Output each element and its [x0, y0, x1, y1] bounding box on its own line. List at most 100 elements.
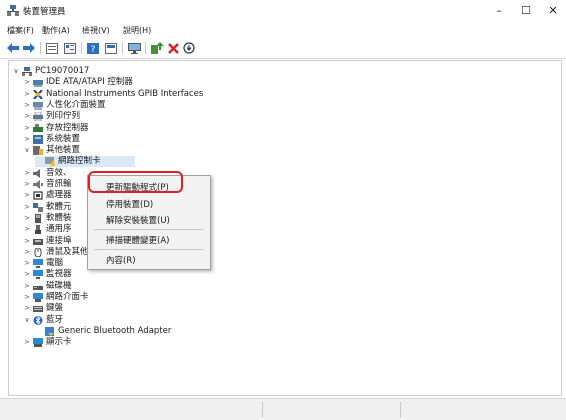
tree-item-label: 顯示卡 — [46, 337, 72, 348]
bluetooth-adapter-icon — [45, 326, 54, 336]
tree-item-label: 人性化介面裝置 — [46, 99, 106, 110]
menu-item-scan-hardware[interactable]: 掃描硬體變更(A) — [106, 234, 169, 246]
device-manager-icon — [7, 5, 19, 16]
chevron-right-icon[interactable]: > — [23, 168, 31, 179]
tree-item-label: 鍵盤 — [46, 303, 64, 314]
audio-io-icon — [33, 180, 43, 189]
chevron-right-icon[interactable]: > — [23, 77, 31, 88]
toolbar-separator — [122, 42, 123, 54]
chevron-right-icon[interactable]: > — [23, 123, 31, 134]
chevron-right-icon[interactable]: > — [23, 337, 31, 348]
chevron-right-icon[interactable]: > — [23, 303, 31, 314]
menu-separator — [94, 249, 204, 250]
chevron-down-icon[interactable]: ∨ — [23, 315, 31, 326]
highlight-box — [88, 171, 183, 193]
usb-icon — [35, 225, 41, 235]
mouse-icon — [34, 247, 42, 257]
menu-item-uninstall-device[interactable]: 解除安裝裝置(U) — [106, 214, 170, 226]
forward-icon[interactable] — [22, 41, 36, 55]
chevron-right-icon[interactable]: > — [23, 202, 31, 213]
menu-action[interactable]: 動作(A) — [42, 25, 70, 36]
maximize-button[interactable]: ☐ — [514, 3, 538, 19]
tree-item-label: 監視器 — [46, 269, 72, 280]
back-icon[interactable] — [6, 41, 20, 55]
tree-item-selected[interactable]: 網路控制卡 — [35, 156, 135, 168]
computer-icon — [22, 67, 32, 76]
tree-item-label: 藍牙 — [46, 314, 64, 325]
tree-item-label: 電腦 — [46, 258, 64, 269]
printer-icon — [33, 112, 43, 122]
chevron-right-icon[interactable]: > — [23, 190, 31, 201]
chevron-right-icon[interactable]: > — [23, 258, 31, 269]
tree-item-label: 列印佇列 — [46, 111, 81, 122]
disable-icon[interactable] — [182, 41, 196, 55]
status-bar — [0, 398, 566, 420]
chevron-right-icon[interactable]: > — [23, 281, 31, 292]
tree-item-label: National Instruments GPIB Interfaces — [46, 88, 204, 99]
display-adapter-icon — [33, 338, 43, 348]
menu-view[interactable]: 檢視(V) — [82, 25, 110, 36]
chevron-down-icon[interactable]: ∨ — [23, 145, 31, 156]
monitor-device-icon — [33, 270, 43, 280]
software-component-icon — [33, 202, 43, 212]
chevron-right-icon[interactable]: > — [23, 111, 31, 122]
properties-icon[interactable] — [45, 41, 59, 55]
view-icon[interactable] — [63, 41, 77, 55]
port-icon — [33, 238, 43, 245]
svg-text:?: ? — [91, 45, 96, 54]
refresh-icon[interactable] — [104, 41, 118, 55]
bluetooth-icon — [33, 315, 43, 325]
tree-item-label: 網路介面卡 — [46, 292, 89, 302]
menu-file[interactable]: 檔案(F) — [7, 25, 34, 36]
status-separator — [262, 402, 263, 417]
chevron-right-icon[interactable]: > — [23, 269, 31, 280]
chevron-right-icon[interactable]: > — [23, 224, 31, 235]
window-title: 裝置管理員 — [23, 7, 66, 17]
disk-icon — [33, 285, 43, 290]
tree-item-label: PC19070017 — [35, 66, 90, 76]
help-icon[interactable]: ? — [86, 41, 100, 55]
chevron-right-icon[interactable]: > — [23, 179, 31, 190]
menu-item-disable-device[interactable]: 停用裝置(D) — [106, 198, 153, 210]
tree-item-label: 處理器 — [46, 190, 72, 201]
tree-item-label: IDE ATA/ATAPI 控制器 — [46, 77, 133, 88]
tree-item-label: 軟體裝 — [46, 212, 72, 223]
update-driver-icon[interactable] — [150, 41, 164, 55]
chevron-right-icon[interactable]: > — [23, 89, 31, 100]
chevron-right-icon[interactable]: > — [23, 100, 31, 111]
tree-item-label: 音訊輸 — [46, 179, 72, 189]
warning-device-icon — [45, 157, 55, 167]
toolbar-separator — [145, 42, 146, 54]
tree-item-label: 系統裝置 — [46, 133, 81, 144]
software-device-icon — [35, 213, 41, 223]
pc-icon — [33, 259, 43, 269]
ide-icon — [33, 80, 43, 88]
title-bar: 裝置管理員 – ☐ ✕ — [0, 0, 566, 22]
chevron-right-icon[interactable]: > — [23, 213, 31, 224]
hid-icon — [33, 101, 43, 110]
gpib-icon — [33, 89, 43, 99]
menu-item-properties[interactable]: 內容(R) — [106, 254, 136, 266]
chevron-down-icon[interactable]: ∨ — [12, 66, 20, 77]
toolbar-separator — [40, 42, 41, 54]
menu-help[interactable]: 說明(H) — [123, 25, 151, 36]
other-device-icon — [33, 146, 43, 156]
chevron-right-icon[interactable]: > — [23, 134, 31, 145]
chevron-right-icon[interactable]: > — [23, 292, 31, 303]
tree-item-label: 磁碟機 — [46, 280, 72, 291]
keyboard-icon — [33, 306, 43, 313]
tree-item-label: 音效、 — [46, 167, 72, 178]
close-button[interactable]: ✕ — [541, 3, 565, 19]
tree-item-label: 連接埠 — [46, 235, 72, 246]
chevron-right-icon[interactable]: > — [23, 236, 31, 247]
uninstall-icon[interactable] — [166, 41, 180, 55]
menu-bar: 檔案(F) 動作(A) 檢視(V) 說明(H) — [0, 22, 566, 38]
tree-item-label: 其他裝置 — [46, 145, 81, 156]
chevron-none — [35, 326, 43, 337]
chevron-right-icon[interactable]: > — [23, 247, 31, 258]
tree-item-label: 存放控制器 — [46, 122, 89, 133]
tree-item-label: 網路控制卡 — [58, 156, 101, 167]
chevron-none — [35, 156, 43, 167]
monitor-icon[interactable] — [127, 41, 141, 55]
minimize-button[interactable]: – — [487, 3, 511, 19]
